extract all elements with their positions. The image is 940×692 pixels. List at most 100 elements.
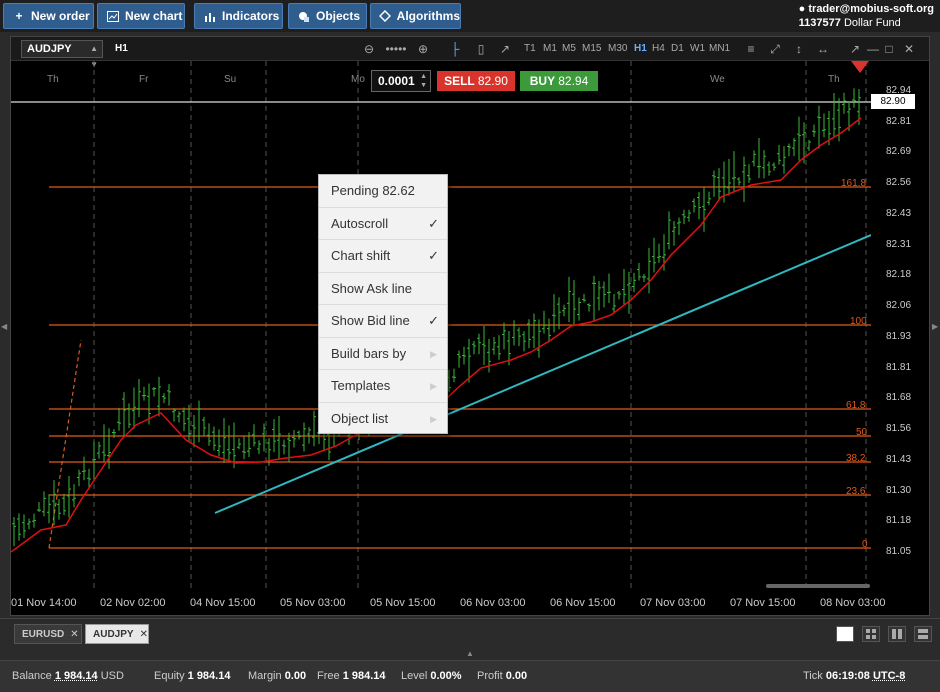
buy-button[interactable]: BUY 82.94 [520,71,598,91]
free-margin: Free 1 984.14 [317,670,386,682]
price-tick-label: 81.56 [886,423,912,435]
zoom-out-icon[interactable]: ⊖ [361,41,377,57]
user-icon: ● [798,3,806,15]
right-panel-arrow-icon[interactable]: ▶ [932,322,938,331]
time-tick-label: 06 Nov 15:00 [550,597,616,609]
expand-panel-arrow-icon[interactable]: ▲ [466,649,474,658]
detach-icon[interactable]: ↗ [847,41,863,57]
submenu-arrow-icon: ▶ [430,413,437,424]
fib-level-label: 61.8 [846,400,866,411]
trend-line [214,234,871,514]
price-tick-label: 81.81 [886,361,912,373]
submenu-arrow-icon: ▶ [430,348,437,359]
zoom-in-icon[interactable]: ⊕ [415,41,431,57]
quantity-input[interactable]: 0.0001 ▲ ▼ [371,70,431,92]
scale-fit-icon[interactable]: ⤢ [767,41,783,57]
submenu-arrow-icon: ▶ [430,381,437,391]
tf-MN1[interactable]: MN1 [709,43,730,54]
price-tick-label: 82.06 [886,300,912,312]
maximize-icon[interactable]: □ [881,41,897,57]
close-icon[interactable]: ✕ [70,629,78,640]
time-tick-label: 02 Nov 02:00 [100,597,166,609]
price-tick-label: 81.43 [886,453,912,465]
layout-rows-icon[interactable] [914,626,932,642]
account-info[interactable]: ● trader@mobius-soft.org 1137577 Dollar … [799,2,934,30]
tf-W1[interactable]: W1 [690,43,705,54]
chart-toolbar: AUDJPY▲▼ H1 ⊖ ••••• ⊕ ├ ▯ ↗ T1 M1 M5 M15… [11,37,929,69]
menu-item-pending[interactable]: Pending 82.62 [319,175,447,208]
tf-M1[interactable]: M1 [543,43,557,54]
time-tick-label: 04 Nov 15:00 [190,597,256,609]
day-label: Mo [351,74,365,85]
bar-chart-icon [203,10,217,22]
symbol-select[interactable]: AUDJPY▲▼ [21,40,103,69]
left-panel-arrow-icon[interactable]: ◀ [1,322,7,331]
day-label: Th [47,74,59,85]
check-icon: ✓ [428,215,439,231]
tick-time: Tick 06:19:08 UTC-8 [803,670,906,682]
price-tick-label: 81.30 [886,484,912,496]
price-tick-label: 81.68 [886,392,912,404]
tab-eurusd[interactable]: EURUSD ✕ [14,624,82,644]
price-tick-label: 81.93 [886,330,912,342]
tab-audjpy[interactable]: AUDJPY ✕ [85,624,149,644]
new-chart-button[interactable]: New chart [97,3,185,29]
day-label: We [710,74,725,85]
price-tick-label: 82.31 [886,238,912,250]
candlestick-icon[interactable]: ▯ [473,41,489,57]
profit: Profit 0.00 [477,670,528,682]
menu-item-templates[interactable]: Templates ▶ [319,370,447,403]
menu-item-build-bars-by[interactable]: Build bars by ▶ [319,338,447,370]
close-icon[interactable]: ✕ [140,629,148,640]
line-chart-icon[interactable]: ↗ [497,41,513,57]
time-tick-label: 08 Nov 03:00 [820,597,886,609]
zoom-slider[interactable]: ••••• [381,41,411,57]
timezone-select[interactable]: UTC-8 [873,670,905,682]
layout-columns-icon[interactable] [888,626,906,642]
menu-item-show-ask-line[interactable]: Show Ask line [319,273,447,305]
algorithms-button[interactable]: Algorithms [370,3,461,29]
close-icon[interactable]: ✕ [901,41,917,57]
settings-lines-icon[interactable]: ≡ [743,41,759,57]
vertical-scale-icon[interactable]: ↕ [791,41,807,57]
horizontal-scale-icon[interactable]: ↔ [815,41,831,57]
tf-H4[interactable]: H4 [652,43,665,54]
menu-item-object-list[interactable]: Object list ▶ [319,403,447,436]
layout-grid-icon[interactable] [862,626,880,642]
price-tick-label: 81.18 [886,515,912,527]
tf-M30[interactable]: M30 [608,43,627,54]
timeframe-label: H1 [115,43,128,54]
bar-chart-type-icon[interactable]: ├ [447,41,463,57]
layout-single-icon[interactable] [836,626,854,642]
time-tick-label: 07 Nov 03:00 [640,597,706,609]
day-label: Su [224,74,237,85]
objects-icon [297,10,311,22]
objects-button[interactable]: Objects [288,3,367,29]
check-icon: ✓ [428,248,439,263]
margin-level: Level 0.00% [401,670,462,682]
time-tick-label: 07 Nov 15:00 [730,597,796,609]
tf-M15[interactable]: M15 [582,43,601,54]
status-bar: Balance 1 984.14 USD Equity 1 984.14 Mar… [0,660,940,692]
price-tick-label: 82.43 [886,207,912,219]
account-user: trader@mobius-soft.org [808,3,934,15]
menu-item-show-bid-line[interactable]: Show Bid line ✓ [319,305,447,338]
main-toolbar: + New order New chart Indicators Objects … [0,0,940,32]
tf-H1[interactable]: H1 [634,43,647,54]
equity: Equity 1 984.14 [154,670,231,682]
tf-D1[interactable]: D1 [671,43,684,54]
tf-M5[interactable]: M5 [562,43,576,54]
menu-item-chart-shift[interactable]: Chart shift ✓ [319,240,447,273]
spin-icon[interactable]: ▲ ▼ [420,72,427,90]
tf-T1[interactable]: T1 [524,43,536,54]
indicators-button[interactable]: Indicators [194,3,283,29]
time-tick-label: 05 Nov 15:00 [370,597,436,609]
new-order-button[interactable]: + New order [3,3,94,29]
chart-tabs-bar: EURUSD ✕ AUDJPY ✕ [0,618,940,648]
minimize-icon[interactable]: — [865,41,881,57]
menu-item-autoscroll[interactable]: Autoscroll ✓ [319,208,447,240]
account-id: 1137577 [798,17,841,29]
time-tick-label: 06 Nov 03:00 [460,597,526,609]
chart-scrollbar[interactable] [766,584,870,588]
sell-button[interactable]: SELL 82.90 [437,71,515,91]
